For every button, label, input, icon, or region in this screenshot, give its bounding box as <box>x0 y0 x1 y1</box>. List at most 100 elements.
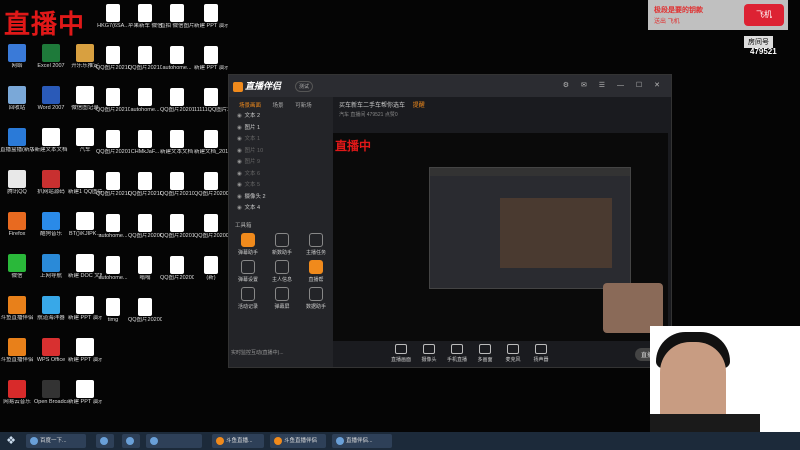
tool-button[interactable]: 数据助手 <box>299 286 333 310</box>
desktop-icon[interactable]: WPS Office <box>34 338 68 364</box>
taskbar-item[interactable]: 百度一下... <box>26 434 86 448</box>
desktop-icon[interactable]: 腾讯QQ <box>0 170 34 196</box>
start-icon[interactable]: ❖ <box>4 434 18 448</box>
tool-button[interactable]: 弹幕设置 <box>231 259 265 283</box>
layer-item[interactable]: ◉ 图片 9 <box>229 157 333 169</box>
desktop-file-icon[interactable]: timg <box>96 298 130 324</box>
desktop-icon[interactable]: 酷狗音乐 <box>34 212 68 238</box>
file-icon-image <box>138 214 152 232</box>
desktop-icon[interactable]: Word 2007 <box>34 86 68 112</box>
desktop-icon[interactable]: 直播盒播(新版) <box>0 128 34 154</box>
taskbar-item-label: 直播伴侣... <box>346 438 373 444</box>
desktop-icon[interactable]: 新建文本文档 <box>34 128 68 154</box>
tab-scene-1[interactable]: 场景画面 <box>239 101 261 109</box>
tool-button[interactable]: 主播任务 <box>299 232 333 256</box>
room-tag[interactable]: 提醒 <box>413 103 425 109</box>
desktop-icon[interactable]: 微信 <box>0 254 34 280</box>
taskbar-item[interactable] <box>146 434 202 448</box>
desktop-file-icon[interactable]: 直拍 微信图片_20201... <box>160 4 194 30</box>
tool-button[interactable]: 活动记录 <box>231 286 265 310</box>
tab-scene-3[interactable]: 可新场 <box>295 101 312 109</box>
desktop-icon-label: 新建文本文档 <box>34 147 68 153</box>
taskbar-item[interactable]: 斗鱼直播... <box>212 434 264 448</box>
desktop-icon-image <box>42 86 60 104</box>
desktop-file-icon[interactable]: QQ图片20200... <box>128 214 162 240</box>
desktop-file-icon[interactable]: 11111QQ图片2019070... <box>194 88 228 114</box>
desktop-file-icon[interactable]: 苹果新车 微信图片_2019... <box>128 4 162 30</box>
layer-item[interactable]: ◉ 文本 2 <box>229 111 333 123</box>
tab-scene-2[interactable]: 场景 <box>273 101 284 109</box>
desktop-icon[interactable]: 扒网站源码 <box>34 170 68 196</box>
desktop-icon-image <box>8 170 26 188</box>
desktop-icon-label: 回收站 <box>8 105 26 111</box>
desktop-icon[interactable]: 新建 PPT 演示文稿 <box>68 338 102 364</box>
tool-button[interactable]: 直播帮 <box>299 259 333 283</box>
layer-item[interactable]: ◉ 文本 5 <box>229 180 333 192</box>
desktop-file-icon[interactable]: QQ图片20201... <box>160 88 194 114</box>
layer-item[interactable]: ◉ 文本 1 <box>229 134 333 146</box>
desktop-icon[interactable]: 新建 PPT 演示文稿 <box>68 380 102 406</box>
desktop-file-icon[interactable]: 新建 PPT 演示文档 <box>194 46 228 72</box>
desktop-file-icon[interactable]: QQ图片20210... <box>128 172 162 198</box>
desktop-file-icon[interactable]: QQ图片20210717... <box>96 46 130 72</box>
desktop-file-icon[interactable]: QQ图片20210717... <box>96 88 130 114</box>
desktop-file-icon[interactable]: QQ图片20201... <box>96 130 130 156</box>
bottom-tool-button[interactable]: 手机直播 <box>443 344 471 363</box>
tool-button[interactable]: 弹幕屏 <box>265 286 299 310</box>
desktop-file-icon[interactable]: QQ图片20210... <box>160 172 194 198</box>
desktop-file-icon[interactable]: QQ图片20210717... <box>128 46 162 72</box>
desktop-file-icon[interactable]: autohome... <box>96 256 130 282</box>
desktop-icon[interactable]: Excel 2007 <box>34 44 68 70</box>
desktop-file-icon[interactable]: CHMkJaF... <box>128 130 162 156</box>
bottom-tool-button[interactable]: 直播画面 <box>387 344 415 363</box>
layer-item[interactable]: ◉ 文本 6 <box>229 169 333 181</box>
bottom-tool-button[interactable]: 扬声器 <box>527 344 555 363</box>
bottom-tool-button[interactable]: 摄像头 <box>415 344 443 363</box>
desktop-file-icon[interactable]: QQ图片20200... <box>194 214 228 240</box>
tool-button[interactable]: 主人信息 <box>265 259 299 283</box>
desktop-icon[interactable]: 斗鱼直播伴侣 <box>0 296 34 322</box>
desktop-file-icon[interactable]: QQ图片20200... <box>194 172 228 198</box>
desktop-icon[interactable]: 回收站 <box>0 86 34 112</box>
desktop-file-icon[interactable]: 新建 PPT 演示文档 (7)... <box>194 4 228 30</box>
desktop-file-icon[interactable]: autohome... <box>128 88 162 114</box>
file-icon-image <box>106 298 120 316</box>
file-icon-image <box>138 130 152 148</box>
layer-item[interactable]: ◉ 图片 10 <box>229 146 333 158</box>
desktop-file-icon[interactable]: QQ图片2021070... <box>96 172 130 198</box>
layer-item[interactable]: ◉ 图片 1 <box>229 123 333 135</box>
desktop-file-icon[interactable]: QQ图片20200... <box>160 256 194 282</box>
taskbar-item[interactable]: 斗鱼直播伴侣 <box>270 434 326 448</box>
desktop-icon[interactable]: 斗鱼直播伴侣 <box>0 338 34 364</box>
desktop-file-icon[interactable]: (新) <box>194 256 228 282</box>
desktop-icon[interactable]: Firefox <box>0 212 34 238</box>
layer-item[interactable]: ◉ 摄像头 2 <box>229 192 333 204</box>
desktop-icon-image <box>8 128 26 146</box>
desktop-icon[interactable]: 航道海洋器 <box>34 296 68 322</box>
file-icon-label: timg <box>107 317 119 323</box>
desktop-file-icon[interactable]: QQ图片20200... <box>128 298 162 324</box>
desktop-file-icon[interactable]: 嗡嗡 <box>128 256 162 282</box>
layer-item[interactable]: ◉ 文本 4 <box>229 203 333 215</box>
desktop-file-icon[interactable]: HKG7(6SA... <box>96 4 130 30</box>
tool-label: 直播帮 <box>308 276 324 283</box>
desktop-icon[interactable]: 上网导航 <box>34 254 68 280</box>
desktop-icon-image <box>76 212 94 230</box>
desktop-icon[interactable]: 网易云音乐 <box>0 380 34 406</box>
desktop-file-icon[interactable]: autohome... <box>96 214 130 240</box>
desktop-icon[interactable]: 网络 <box>0 44 34 70</box>
bottom-tool-button[interactable]: 麦克风 <box>499 344 527 363</box>
desktop-file-icon[interactable]: autohome... <box>160 46 194 72</box>
file-icon-label: 新建文档_2019... <box>194 149 228 155</box>
window-controls[interactable]: ⚙ ✉ ☰ — ☐ ✕ <box>563 81 665 89</box>
tool-button[interactable]: 弹幕助手 <box>231 232 265 256</box>
desktop-file-icon[interactable]: 新建文本文档 (2) <box>160 130 194 156</box>
desktop-icon[interactable]: Open Broadcast... <box>34 380 68 406</box>
taskbar-item[interactable] <box>96 434 114 448</box>
bottom-tool-button[interactable]: 多画面 <box>471 344 499 363</box>
desktop-file-icon[interactable]: 新建文档_2019... <box>194 130 228 156</box>
tool-button[interactable]: 新数助手 <box>265 232 299 256</box>
taskbar-item[interactable]: 直播伴侣... <box>332 434 392 448</box>
taskbar-item[interactable] <box>122 434 140 448</box>
desktop-file-icon[interactable]: QQ图片20201... <box>160 214 194 240</box>
